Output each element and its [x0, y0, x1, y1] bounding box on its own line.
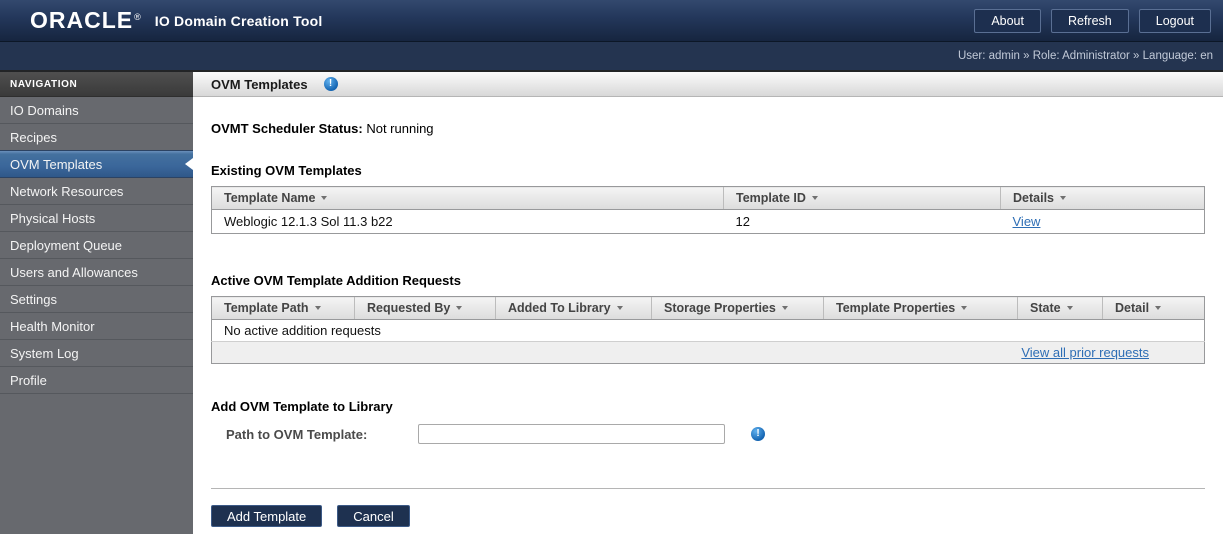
sort-caret-icon	[961, 306, 968, 310]
sidebar-item-settings[interactable]: Settings	[0, 286, 193, 313]
section-divider	[211, 488, 1205, 489]
user-role-language-text: User: admin » Role: Administrator » Lang…	[957, 50, 1213, 62]
column-header-storage-properties[interactable]: Storage Properties	[651, 296, 824, 320]
empty-row: No active addition requests	[211, 319, 1205, 342]
page-title-bar: OVM Templates	[193, 72, 1223, 97]
table-row: Weblogic 12.1.3 Sol 11.3 b22 12 View	[211, 209, 1205, 234]
column-header-requested-by[interactable]: Requested By	[354, 296, 496, 320]
logout-button[interactable]: Logout	[1138, 8, 1211, 33]
sidebar-item-ovm-templates[interactable]: OVM Templates	[0, 150, 193, 178]
path-form-row: Path to OVM Template:	[211, 424, 1205, 444]
action-button-row: Add Template Cancel	[211, 505, 1205, 527]
addition-requests-table: Template Path Requested By Added To Libr…	[211, 296, 1205, 364]
scheduler-status-value: Not running	[366, 121, 434, 136]
addition-requests-heading: Active OVM Template Addition Requests	[211, 273, 461, 288]
sidebar-item-recipes[interactable]: Recipes	[0, 124, 193, 151]
sidebar-item-network-resources[interactable]: Network Resources	[0, 178, 193, 205]
existing-templates-heading: Existing OVM Templates	[211, 163, 362, 178]
existing-templates-table: Template Name Template ID Details Weblog…	[211, 186, 1205, 234]
sidebar-item-profile[interactable]: Profile	[0, 367, 193, 394]
column-header-template-id[interactable]: Template ID	[723, 186, 1001, 210]
sort-caret-icon	[811, 196, 818, 200]
refresh-button[interactable]: Refresh	[1050, 8, 1129, 33]
column-header-state[interactable]: State	[1017, 296, 1103, 320]
oracle-logo-text: ORACLE	[30, 7, 134, 33]
page-title: OVM Templates	[211, 76, 308, 92]
column-header-details[interactable]: Details	[1000, 186, 1205, 210]
column-header-template-name[interactable]: Template Name	[211, 186, 724, 210]
oracle-logo: ORACLE ®	[30, 7, 141, 34]
path-input[interactable]	[418, 424, 725, 444]
sort-caret-icon	[616, 306, 623, 310]
about-button[interactable]: About	[974, 8, 1041, 33]
navigation-header: NAVIGATION	[0, 72, 193, 97]
view-all-prior-requests-link[interactable]: View all prior requests	[1021, 345, 1149, 360]
page: ORACLE ® IO Domain Creation Tool About R…	[0, 0, 1223, 534]
sidebar-item-users-and-allowances[interactable]: Users and Allowances	[0, 259, 193, 286]
registered-mark-icon: ®	[134, 12, 141, 22]
sidebar-filler	[0, 394, 193, 534]
path-info-icon[interactable]	[751, 427, 765, 441]
sidebar-item-health-monitor[interactable]: Health Monitor	[0, 313, 193, 340]
sidebar-item-physical-hosts[interactable]: Physical Hosts	[0, 205, 193, 232]
scheduler-status: OVMT Scheduler Status: Not running	[211, 121, 1205, 136]
header-button-group: About Refresh Logout	[974, 8, 1211, 33]
path-field-label: Path to OVM Template:	[226, 426, 368, 442]
app-title: IO Domain Creation Tool	[154, 12, 323, 29]
sort-caret-icon	[314, 306, 321, 310]
app-header: ORACLE ® IO Domain Creation Tool About R…	[0, 0, 1223, 42]
column-header-detail[interactable]: Detail	[1102, 296, 1205, 320]
column-header-template-path[interactable]: Template Path	[211, 296, 355, 320]
column-header-template-properties[interactable]: Template Properties	[823, 296, 1018, 320]
column-header-added-to-library[interactable]: Added To Library	[495, 296, 652, 320]
user-info-bar: User: admin » Role: Administrator » Lang…	[0, 42, 1223, 70]
content-area: OVM Templates OVMT Scheduler Status: Not…	[193, 72, 1223, 534]
add-template-heading: Add OVM Template to Library	[211, 399, 393, 414]
sort-caret-icon	[1066, 306, 1073, 310]
table-footer-row: View all prior requests	[211, 341, 1205, 364]
scheduler-status-label: OVMT Scheduler Status:	[211, 121, 363, 136]
sidebar-item-deployment-queue[interactable]: Deployment Queue	[0, 232, 193, 259]
view-link[interactable]: View	[1013, 214, 1041, 229]
sort-caret-icon	[781, 306, 788, 310]
navigation-sidebar: NAVIGATION IO Domains Recipes OVM Templa…	[0, 72, 193, 534]
sort-caret-icon	[456, 306, 463, 310]
sort-caret-icon	[1155, 306, 1162, 310]
add-template-button[interactable]: Add Template	[211, 505, 323, 527]
cell-template-name: Weblogic 12.1.3 Sol 11.3 b22	[211, 209, 724, 234]
cell-details: View	[1000, 209, 1205, 234]
page-info-icon[interactable]	[323, 77, 338, 91]
sort-caret-icon	[321, 196, 328, 200]
empty-requests-message: No active addition requests	[211, 319, 1205, 342]
active-item-arrow-icon	[185, 158, 193, 170]
sidebar-item-system-log[interactable]: System Log	[0, 340, 193, 367]
sort-caret-icon	[1060, 196, 1066, 200]
cancel-button[interactable]: Cancel	[337, 505, 410, 527]
cell-template-id: 12	[723, 209, 1001, 234]
sidebar-item-io-domains[interactable]: IO Domains	[0, 97, 193, 124]
